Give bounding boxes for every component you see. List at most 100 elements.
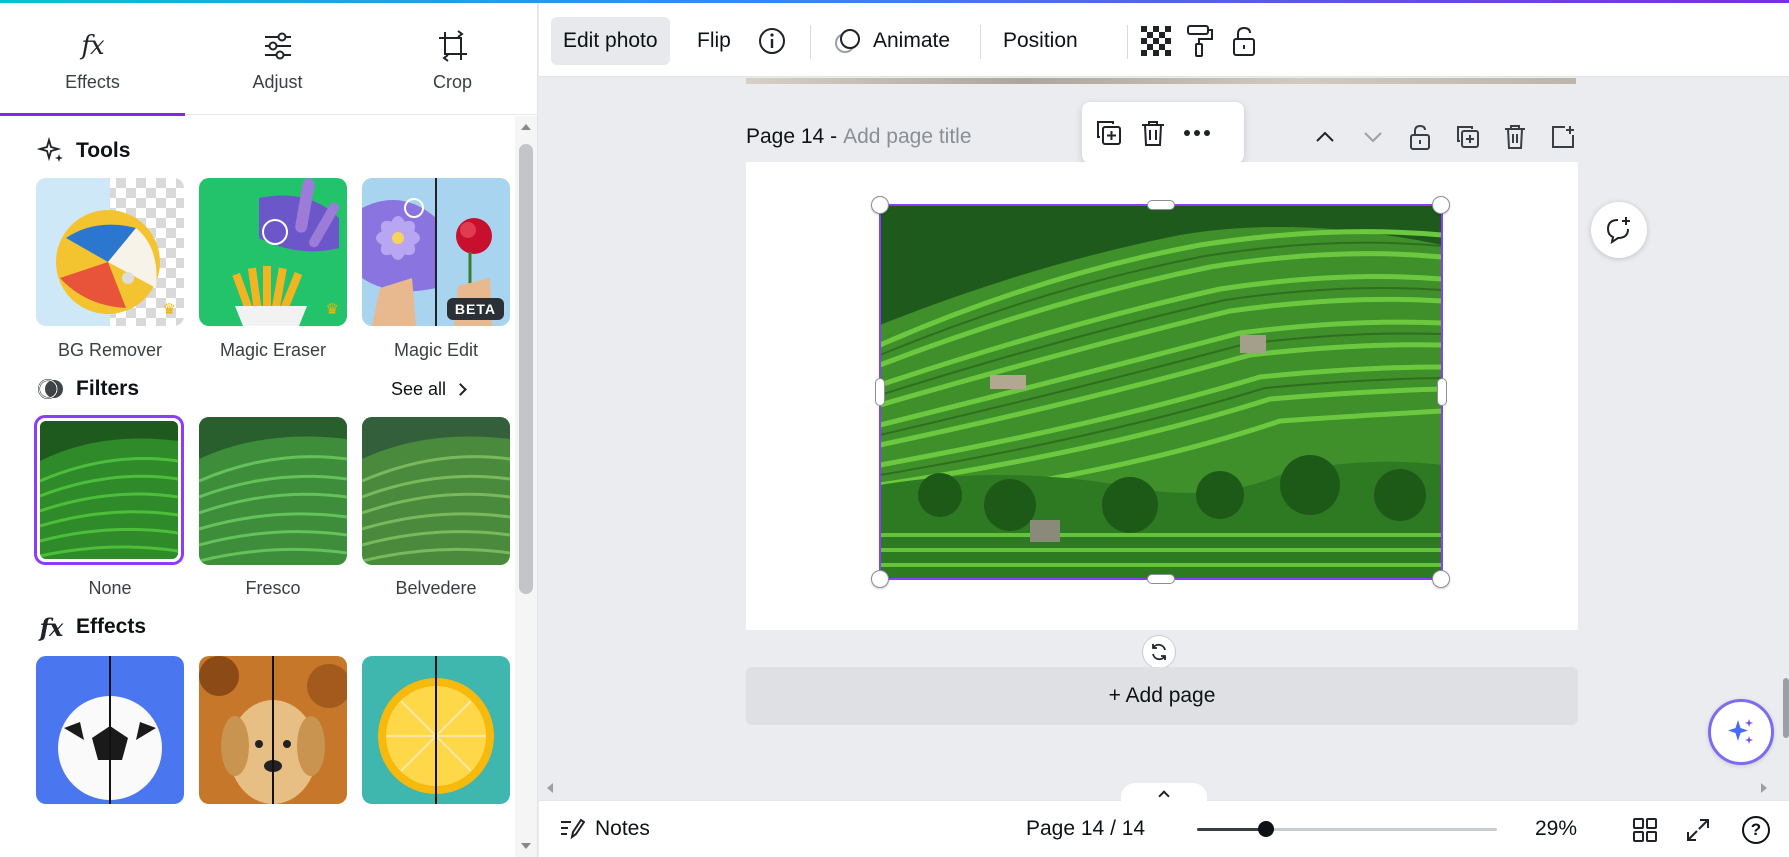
- resize-handle-top-right[interactable]: [1432, 196, 1450, 214]
- filter-belvedere-thumbnail: [362, 417, 510, 565]
- panel-scroll-area[interactable]: Tools ♛ BG Remover ♛ Magic Eraser BETA M…: [0, 116, 515, 857]
- duplicate-icon: [1097, 121, 1121, 145]
- tool-magic-edit[interactable]: BETA: [362, 178, 510, 326]
- chevron-down-icon: [1364, 132, 1382, 143]
- sliders-icon: [264, 32, 291, 59]
- resize-handle-top[interactable]: [1147, 200, 1175, 210]
- filter-none[interactable]: [40, 421, 178, 559]
- scroll-up-arrow-icon[interactable]: [521, 124, 531, 130]
- fx-icon: fx: [81, 30, 104, 61]
- tool-bg-remover[interactable]: ♛: [36, 178, 184, 326]
- tool-magic-eraser[interactable]: ♛: [199, 178, 347, 326]
- selected-photo[interactable]: [880, 205, 1442, 579]
- paint-roller-icon: [1187, 25, 1213, 57]
- scroll-down-arrow-icon[interactable]: [521, 843, 531, 849]
- page-indicator-button[interactable]: Page 14 / 14: [1026, 813, 1145, 845]
- grid-view-button[interactable]: [1628, 813, 1662, 847]
- element-floating-menu: [1082, 102, 1244, 163]
- panel-tabs: fx Effects Adjust Crop: [0, 3, 537, 116]
- zoom-slider[interactable]: [1197, 821, 1497, 837]
- help-button[interactable]: ?: [1739, 813, 1773, 847]
- duplicate-page-button[interactable]: [1450, 119, 1486, 155]
- copy-style-button[interactable]: [1181, 22, 1219, 60]
- filter-none-thumbnail: [40, 421, 178, 559]
- resize-handle-right[interactable]: [1437, 378, 1447, 406]
- fullscreen-button[interactable]: [1681, 813, 1715, 847]
- resize-handle-bottom[interactable]: [1147, 574, 1175, 584]
- lock-button[interactable]: [1225, 22, 1263, 60]
- scrollbar-thumb[interactable]: [519, 144, 533, 594]
- resize-handle-bottom-left[interactable]: [871, 570, 889, 588]
- rotate-button[interactable]: [1142, 635, 1176, 669]
- duplicate-page-icon: [1457, 126, 1479, 148]
- filter-fresco[interactable]: [199, 417, 347, 565]
- premium-crown-icon: ♛: [162, 301, 176, 318]
- zoom-slider-knob[interactable]: [1258, 821, 1274, 837]
- tool-bg-remover-label: BG Remover: [57, 340, 163, 360]
- add-comment-button[interactable]: [1591, 202, 1647, 258]
- canvas-area[interactable]: Page 14 - Add page title + Add page: [539, 78, 1789, 800]
- tab-effects-label: Effects: [65, 71, 120, 92]
- info-button[interactable]: [753, 22, 791, 60]
- zoom-level-button[interactable]: 29%: [1535, 813, 1577, 845]
- info-icon: [759, 28, 785, 54]
- expand-pages-button[interactable]: [1121, 783, 1207, 803]
- more-options-button[interactable]: [1178, 114, 1216, 152]
- filters-see-all-link[interactable]: See all: [391, 374, 467, 404]
- lock-page-button[interactable]: [1402, 119, 1438, 155]
- design-page[interactable]: [746, 162, 1578, 630]
- tab-crop-label: Crop: [432, 71, 472, 92]
- position-button[interactable]: Position: [991, 17, 1090, 65]
- resize-handle-left[interactable]: [875, 378, 885, 406]
- beta-badge: BETA: [446, 298, 504, 320]
- transparency-checker-icon: [1141, 26, 1171, 56]
- panel-scrollbar[interactable]: [515, 116, 537, 857]
- tab-adjust-label: Adjust: [252, 71, 303, 92]
- notes-icon: [561, 818, 585, 840]
- resize-handle-top-left[interactable]: [871, 196, 889, 214]
- chevron-up-icon: [1316, 131, 1334, 142]
- tab-effects[interactable]: fx Effects: [0, 3, 185, 116]
- zoom-slider-fill: [1197, 828, 1266, 831]
- resize-handle-bottom-right[interactable]: [1432, 570, 1450, 588]
- tab-adjust[interactable]: Adjust: [185, 3, 370, 115]
- scroll-right-arrow-icon[interactable]: [1761, 783, 1767, 793]
- fx-icon: fx: [39, 612, 64, 642]
- help-icon: ?: [1742, 816, 1770, 844]
- edit-photo-button[interactable]: Edit photo: [551, 17, 670, 65]
- notes-button[interactable]: Notes: [559, 813, 650, 845]
- bottom-status-bar: Notes Page 14 / 14 29% ?: [539, 783, 1789, 857]
- transparency-button[interactable]: [1137, 22, 1175, 60]
- unlock-icon: [1410, 124, 1430, 150]
- filter-belvedere[interactable]: [362, 417, 510, 565]
- delete-page-button[interactable]: [1497, 119, 1533, 155]
- scroll-left-arrow-icon[interactable]: [547, 783, 553, 793]
- toolbar-divider: [1127, 25, 1128, 59]
- effect-thumbnail-3[interactable]: [362, 656, 510, 804]
- effect-thumbnail-2[interactable]: [199, 656, 347, 804]
- add-page-button[interactable]: + Add page: [746, 667, 1578, 725]
- filters-icon: [38, 379, 63, 399]
- canvas-vertical-scrollbar-thumb[interactable]: [1783, 678, 1789, 738]
- top-accent-bar: [0, 0, 1789, 3]
- sparkle-icon: [37, 137, 63, 162]
- add-page-after-button[interactable]: [1545, 119, 1581, 155]
- effect-thumbnail-1[interactable]: [36, 656, 184, 804]
- flip-button[interactable]: Flip: [685, 17, 743, 65]
- magic-assistant-button[interactable]: [1708, 699, 1774, 765]
- move-page-up-button[interactable]: [1307, 119, 1343, 155]
- delete-element-button[interactable]: [1134, 114, 1172, 152]
- animate-button[interactable]: Animate: [821, 17, 962, 65]
- filter-none-label: None: [88, 578, 132, 598]
- duplicate-element-button[interactable]: [1090, 114, 1128, 152]
- more-horizontal-icon: [1184, 130, 1210, 136]
- add-page-icon: [1552, 126, 1574, 148]
- filter-fresco-label: Fresco: [245, 578, 301, 598]
- tool-magic-eraser-label: Magic Eraser: [219, 340, 327, 360]
- move-page-down-button[interactable]: [1355, 119, 1391, 155]
- page-title-input[interactable]: Add page title: [843, 125, 971, 149]
- dog-thumbnail: [199, 656, 347, 804]
- lemon-thumbnail: [362, 656, 510, 804]
- tab-crop[interactable]: Crop: [360, 3, 537, 115]
- rotate-icon: [1152, 643, 1166, 661]
